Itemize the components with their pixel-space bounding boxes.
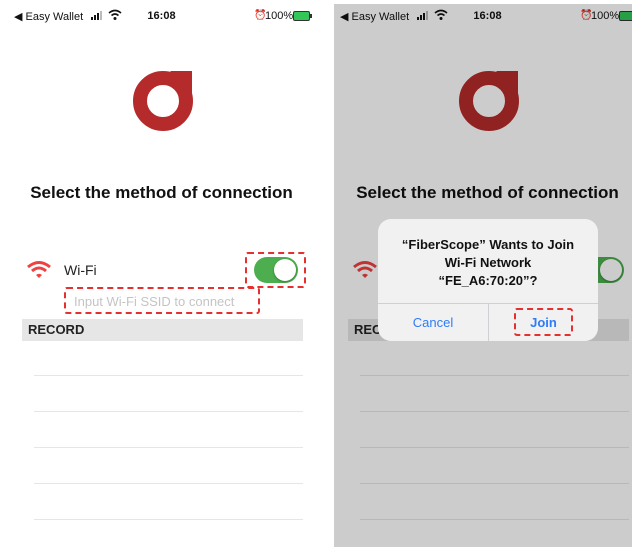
fiberscope-logo-icon	[133, 71, 193, 131]
record-divider	[34, 375, 303, 376]
battery-percent: 100%	[265, 10, 294, 22]
cancel-button[interactable]: Cancel	[378, 304, 488, 341]
phone-screen-join-dialog: ◀ Easy Wallet 16:08 ⏰ 100% Select the me…	[334, 4, 632, 547]
record-divider	[34, 411, 303, 412]
wifi-icon	[27, 261, 51, 278]
wifi-label: Wi-Fi	[64, 262, 97, 278]
toggle-highlight-box	[245, 252, 306, 288]
join-highlight-box	[514, 308, 573, 336]
page-title: Select the method of connection	[30, 183, 293, 202]
status-bar: ◀ Easy Wallet 16:08 ⏰ 100%	[8, 4, 315, 26]
record-divider	[34, 519, 303, 520]
record-header: RECORD	[22, 319, 303, 341]
dialog-message-line: “FE_A6:70:20”?	[438, 273, 538, 288]
record-list	[34, 375, 303, 547]
dialog-message-line: “FiberScope” Wants to Join	[401, 237, 575, 252]
dialog-message: “FiberScope” Wants to Join Wi-Fi Network…	[378, 236, 598, 290]
record-divider	[34, 483, 303, 484]
dialog-message-line: Wi-Fi Network	[444, 255, 532, 270]
ssid-highlight-box	[64, 287, 260, 314]
phone-screen-connection-method: ◀ Easy Wallet 16:08 ⏰ 100% Select the me…	[8, 4, 315, 547]
record-divider	[34, 447, 303, 448]
battery-icon	[293, 11, 312, 21]
